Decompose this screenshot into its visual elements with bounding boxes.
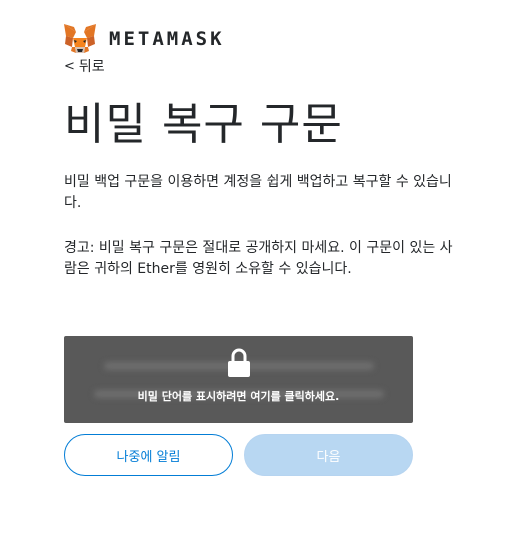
reveal-instruction: 비밀 단어를 표시하려면 여기를 클릭하세요. xyxy=(137,390,340,403)
back-label: 뒤로 xyxy=(78,59,105,75)
chevron-left-icon: < xyxy=(64,58,75,74)
next-button[interactable]: 다음 xyxy=(244,434,413,476)
metamask-logo: METAMASK xyxy=(63,22,225,56)
metamask-wordmark: METAMASK xyxy=(109,28,225,50)
seed-phrase-page: METAMASK < 뒤로 비밀 복구 구문 비밀 백업 구문을 이용하면 계정… xyxy=(0,0,519,536)
back-link[interactable]: < 뒤로 xyxy=(64,56,105,76)
warning-text: 경고: 비밀 복구 구문은 절대로 공개하지 마세요. 이 구문이 있는 사람은… xyxy=(64,240,453,277)
page-title: 비밀 복구 구문 xyxy=(64,99,343,150)
reveal-seed-phrase-box[interactable]: 비밀 단어를 표시하려면 여기를 클릭하세요. xyxy=(64,336,413,423)
description-text: 비밀 백업 구문을 이용하면 계정을 쉽게 백업하고 복구할 수 있습니다. xyxy=(64,174,452,211)
remind-later-button[interactable]: 나중에 알림 xyxy=(64,434,233,476)
lock-icon xyxy=(227,348,251,382)
metamask-fox-icon xyxy=(63,23,97,55)
